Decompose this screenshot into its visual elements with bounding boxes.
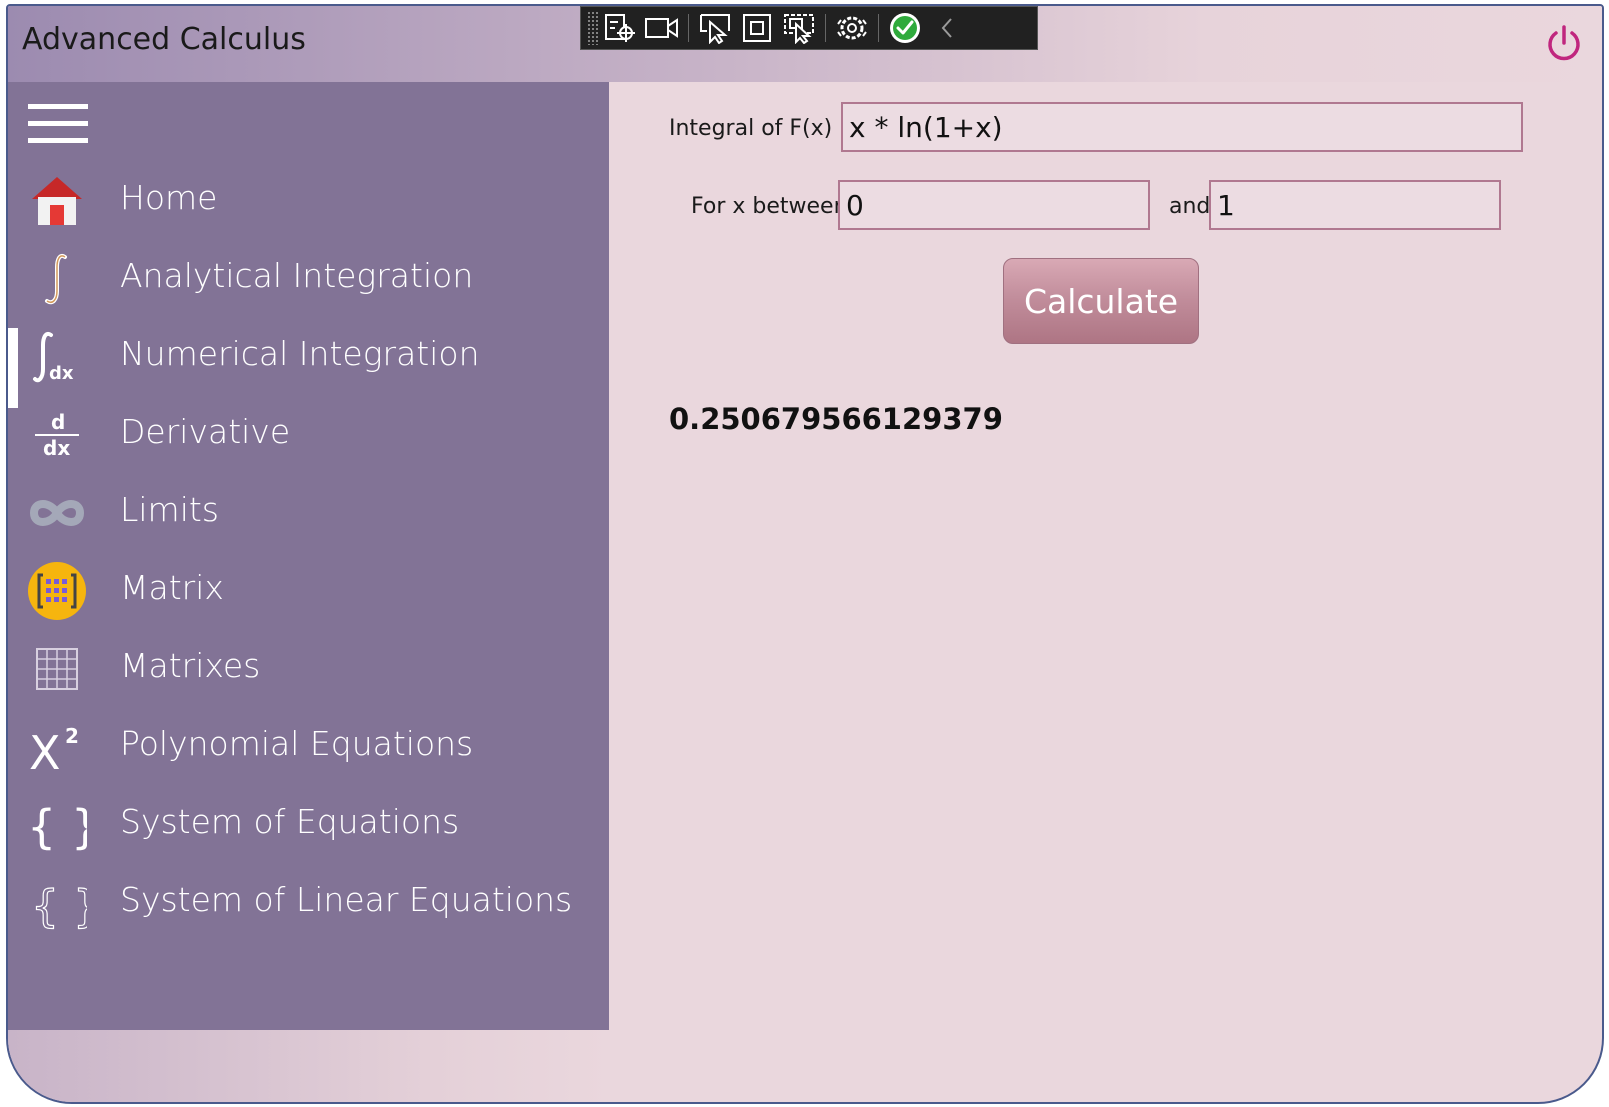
- integral-icon: [26, 249, 88, 309]
- sidebar-item-label: Polynomial Equations: [120, 724, 474, 763]
- collapse-chevron-icon[interactable]: [926, 8, 968, 48]
- braces-icon: { }: [26, 795, 88, 855]
- calculate-button[interactable]: Calculate: [1003, 258, 1199, 344]
- upper-bound-input[interactable]: [1209, 180, 1501, 230]
- function-input[interactable]: [841, 102, 1523, 152]
- numerical-integration-panel: Integral of F(x) = For x between and Cal…: [609, 82, 1602, 1102]
- toolbar-separator: [688, 14, 689, 42]
- sidebar-item-label: Home: [120, 178, 218, 217]
- footer-strip: [8, 1030, 609, 1102]
- svg-text:dx: dx: [43, 436, 70, 460]
- sidebar-item-numerical-integration[interactable]: dx Numerical Integration: [8, 318, 609, 408]
- and-label: and: [1169, 194, 1211, 219]
- toolbar-separator: [825, 14, 826, 42]
- for-x-between-label: For x between: [691, 194, 848, 219]
- select-element-icon[interactable]: [599, 8, 641, 48]
- power-icon[interactable]: [1544, 24, 1584, 64]
- sidebar-item-label: Matrixes: [120, 646, 261, 685]
- sidebar-item-matrixes[interactable]: Matrixes: [8, 630, 609, 708]
- track-focus-icon[interactable]: [778, 8, 820, 48]
- element-bounds-icon[interactable]: [736, 8, 778, 48]
- svg-text:X: X: [29, 726, 61, 775]
- svg-text:{ }: { }: [27, 800, 87, 853]
- sidebar-item-polynomial-equations[interactable]: X2 Polynomial Equations: [8, 708, 609, 786]
- sidebar-item-matrix[interactable]: Matrix: [8, 552, 609, 630]
- sidebar-item-home[interactable]: Home: [8, 162, 609, 240]
- home-icon: [26, 171, 88, 231]
- app-title: Advanced Calculus: [22, 22, 306, 57]
- checkmark-icon[interactable]: [884, 8, 926, 48]
- result-value: 0.250679566129379: [669, 402, 1003, 436]
- sidebar-item-label: Matrix: [120, 568, 224, 607]
- matrix-icon: [26, 561, 88, 621]
- lower-bound-input[interactable]: [838, 180, 1150, 230]
- sidebar-item-system-of-linear-equations[interactable]: { } System of Linear Equations: [8, 864, 609, 942]
- sidebar-item-limits[interactable]: Limits: [8, 474, 609, 552]
- x-squared-icon: X2: [26, 717, 88, 777]
- debug-toolbar: [580, 6, 1038, 50]
- infinity-icon: [26, 483, 88, 543]
- nav-sidebar: Home Analytical Integration dx Numerical…: [8, 82, 609, 1030]
- sidebar-item-label: System of Linear Equations: [120, 880, 573, 919]
- sidebar-item-label: Numerical Integration: [120, 334, 480, 373]
- svg-text:2: 2: [65, 724, 79, 748]
- sidebar-item-label: Derivative: [120, 412, 291, 451]
- svg-text:d: d: [51, 410, 65, 434]
- sidebar-item-system-of-equations[interactable]: { } System of Equations: [8, 786, 609, 864]
- settings-icon[interactable]: [831, 8, 873, 48]
- integral-label: Integral of F(x) =: [669, 116, 858, 141]
- svg-text:dx: dx: [49, 363, 74, 384]
- sidebar-item-label: Limits: [120, 490, 219, 529]
- svg-text:{ }: { }: [31, 881, 87, 931]
- sidebar-item-label: System of Equations: [120, 802, 460, 841]
- pointer-select-icon[interactable]: [694, 8, 736, 48]
- sidebar-item-derivative[interactable]: d dx Derivative: [8, 396, 609, 474]
- record-icon[interactable]: [641, 8, 683, 48]
- sidebar-item-analytical-integration[interactable]: Analytical Integration: [8, 240, 609, 318]
- sidebar-item-label: Analytical Integration: [120, 256, 474, 295]
- grid-icon: [26, 639, 88, 699]
- derivative-icon: d dx: [26, 405, 88, 465]
- toolbar-separator: [878, 14, 879, 42]
- integral-dx-icon: dx: [26, 327, 88, 387]
- toolbar-grip[interactable]: [587, 11, 599, 45]
- braces-outline-icon: { }: [26, 873, 88, 933]
- app-window: Advanced Calculus Home Analytical Integr…: [6, 4, 1604, 1104]
- hamburger-menu-icon[interactable]: [28, 104, 88, 144]
